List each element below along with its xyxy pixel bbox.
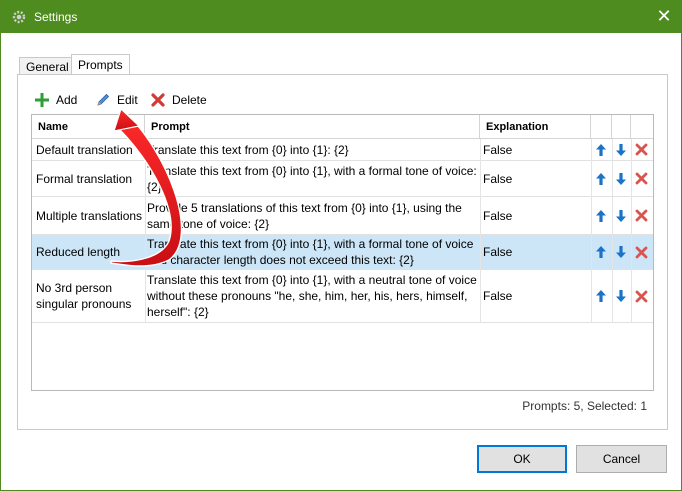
delete-x-icon — [635, 172, 647, 185]
table-row[interactable]: Formal translation Translate this text fr… — [32, 161, 653, 197]
add-button[interactable]: Add — [34, 91, 77, 109]
row-explanation-cell: False — [483, 245, 513, 259]
delete-x-icon — [635, 143, 647, 156]
table-row[interactable]: Reduced length Translate this text from {… — [32, 235, 653, 270]
row-explanation-cell: False — [483, 171, 513, 186]
arrow-down-icon — [616, 246, 626, 258]
move-down-button[interactable] — [614, 139, 628, 160]
row-delete-button[interactable] — [633, 197, 649, 234]
column-divider — [480, 139, 481, 323]
row-prompt-cell: Translate this text from {0} into {1}, w… — [147, 163, 477, 194]
arrow-up-icon — [596, 172, 606, 185]
row-name-cell: Formal translation — [36, 171, 133, 186]
delete-x-icon — [151, 93, 165, 107]
row-delete-button[interactable] — [633, 270, 649, 322]
pencil-icon — [97, 93, 110, 106]
move-up-button[interactable] — [594, 235, 608, 269]
plus-icon — [35, 93, 49, 107]
table-row[interactable]: No 3rd person singular pronouns Translate… — [32, 270, 653, 323]
column-header-explanation[interactable]: Explanation — [480, 115, 591, 139]
delete-x-icon — [635, 209, 647, 222]
column-header-down — [612, 115, 631, 139]
arrow-down-icon — [616, 143, 626, 156]
settings-window: Settings ✕ General Prompts Add Edit Dele… — [0, 0, 682, 491]
ok-button[interactable]: OK — [477, 445, 567, 473]
edit-button[interactable]: Edit — [95, 91, 138, 109]
row-explanation-cell: False — [483, 289, 513, 303]
move-up-button[interactable] — [594, 161, 608, 196]
row-name-cell: No 3rd person singular pronouns — [36, 281, 132, 311]
move-up-button[interactable] — [594, 139, 608, 160]
cancel-button[interactable]: Cancel — [576, 445, 667, 473]
move-down-button[interactable] — [614, 161, 628, 196]
row-name-cell: Default translation — [36, 142, 133, 157]
window-title: Settings — [34, 10, 78, 24]
arrow-down-icon — [616, 209, 626, 222]
move-down-button[interactable] — [614, 235, 628, 269]
delete-button[interactable]: Delete — [150, 91, 207, 109]
row-explanation-cell: False — [483, 142, 513, 157]
delete-label: Delete — [172, 93, 207, 107]
column-divider — [591, 139, 592, 323]
arrow-up-icon — [596, 209, 606, 222]
row-prompt-cell: Translate this text from {0} into {1}: {… — [147, 142, 349, 157]
column-header-up — [591, 115, 612, 139]
row-delete-button[interactable] — [633, 235, 649, 269]
tab-prompts[interactable]: Prompts — [71, 54, 130, 75]
table-row[interactable]: Multiple translations Provide 5 translati… — [32, 197, 653, 235]
row-prompt-cell: Provide 5 translations of this text from… — [147, 200, 462, 231]
row-prompt-cell: Translate this text from {0} into {1}, w… — [147, 237, 474, 267]
delete-x-icon — [635, 246, 647, 258]
row-prompt-cell: Translate this text from {0} into {1}, w… — [147, 273, 477, 319]
column-divider — [145, 139, 146, 323]
move-up-button[interactable] — [594, 197, 608, 234]
move-up-button[interactable] — [594, 270, 608, 322]
arrow-up-icon — [596, 143, 606, 156]
status-text: Prompts: 5, Selected: 1 — [522, 399, 647, 413]
tab-general[interactable]: General — [19, 57, 76, 75]
arrow-down-icon — [616, 172, 626, 185]
close-icon: ✕ — [656, 6, 672, 26]
row-name-cell: Reduced length — [36, 245, 121, 259]
row-delete-button[interactable] — [633, 161, 649, 196]
gear-icon — [12, 10, 26, 24]
column-divider — [612, 139, 613, 323]
move-down-button[interactable] — [614, 197, 628, 234]
arrow-up-icon — [596, 290, 606, 302]
table-row[interactable]: Default translation Translate this text f… — [32, 139, 653, 161]
column-header-prompt[interactable]: Prompt — [145, 115, 480, 139]
add-label: Add — [56, 93, 78, 107]
row-delete-button[interactable] — [633, 139, 649, 160]
prompts-grid: Name Prompt Explanation Default translat… — [31, 114, 654, 391]
row-explanation-cell: False — [483, 208, 513, 223]
column-header-name[interactable]: Name — [32, 115, 145, 139]
edit-label: Edit — [117, 93, 138, 107]
close-button[interactable]: ✕ — [647, 1, 681, 33]
move-down-button[interactable] — [614, 270, 628, 322]
delete-x-icon — [635, 290, 647, 302]
arrow-up-icon — [596, 246, 606, 258]
arrow-down-icon — [616, 290, 626, 302]
row-name-cell: Multiple translations — [36, 208, 143, 223]
column-divider — [631, 139, 632, 323]
title-bar: Settings ✕ — [1, 1, 681, 33]
column-header-delete — [631, 115, 653, 139]
